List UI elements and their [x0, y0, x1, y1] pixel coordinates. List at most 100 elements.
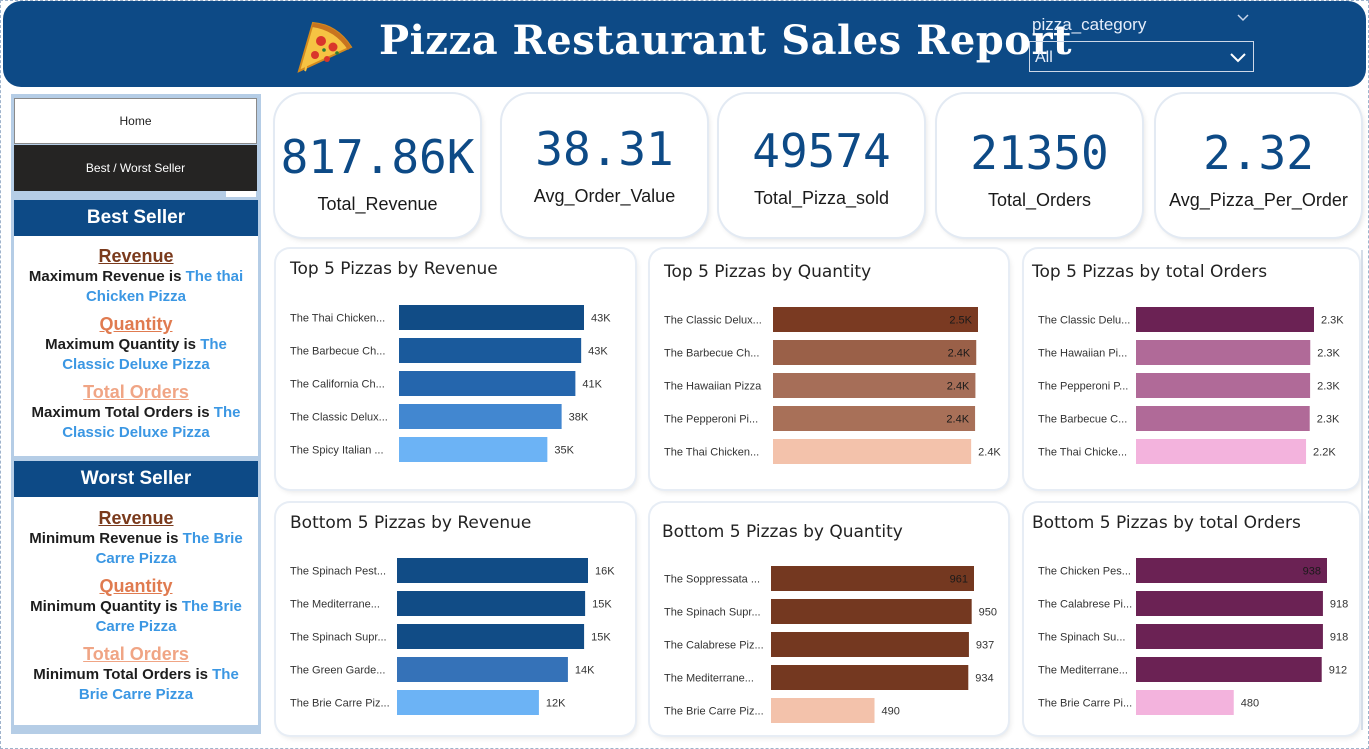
bar[interactable]	[1136, 307, 1314, 332]
bar[interactable]	[399, 305, 584, 330]
data-label: 15K	[592, 599, 612, 611]
worst-seller-card: Worst Seller Revenue Minimum Revenue is …	[14, 461, 258, 725]
bar[interactable]	[1136, 591, 1323, 616]
category-label: The Barbecue Ch...	[290, 346, 385, 358]
category-filter-dropdown[interactable]: All	[1029, 41, 1254, 72]
data-label: 918	[1330, 632, 1348, 644]
filter-label: pizza_category	[1032, 15, 1147, 34]
bar[interactable]	[773, 439, 972, 464]
bar[interactable]	[773, 307, 978, 332]
bar[interactable]	[1136, 439, 1307, 464]
data-label: 490	[882, 706, 900, 718]
report-header: Pizza Restaurant Sales Report pizza_cate…	[3, 1, 1366, 87]
scrollbar[interactable]	[1359, 250, 1365, 730]
best-revenue-title: Revenue	[98, 246, 174, 266]
pizza-slice-icon	[297, 21, 353, 73]
kpi-value: 49574	[752, 124, 891, 178]
worst-orders-title: Total Orders	[83, 644, 189, 664]
category-label: The Classic Delux...	[290, 412, 388, 424]
bar[interactable]	[397, 624, 585, 649]
bar[interactable]	[771, 599, 972, 624]
bar[interactable]	[399, 338, 582, 363]
bar[interactable]	[773, 373, 976, 398]
category-label: The Chicken Pes...	[1038, 566, 1131, 578]
data-label: 38K	[569, 412, 589, 424]
worst-quantity-title: Quantity	[99, 576, 173, 596]
best-quantity-title: Quantity	[99, 314, 173, 334]
bar[interactable]	[1136, 690, 1234, 715]
category-label: The Soppressata ...	[664, 574, 760, 586]
bar[interactable]	[397, 591, 586, 616]
bar[interactable]	[1136, 340, 1311, 365]
data-label: 480	[1241, 698, 1259, 710]
bar[interactable]	[1136, 657, 1322, 682]
chart-top5-orders: Top 5 Pizzas by total Orders The Classic…	[1024, 249, 1359, 489]
bar[interactable]	[397, 558, 588, 583]
data-label: 2.4K	[946, 414, 969, 426]
chevron-down-icon[interactable]	[1237, 11, 1249, 23]
category-label: The Pepperoni P...	[1038, 381, 1128, 393]
bar[interactable]	[773, 406, 976, 431]
category-label: The Mediterrane...	[290, 599, 380, 611]
data-label: 41K	[582, 379, 602, 391]
category-label: The Classic Delu...	[1038, 315, 1130, 327]
bar[interactable]	[1136, 558, 1327, 583]
bar-chart-plot: The Chicken Pes... 938 The Calabrese Pi...…	[1038, 558, 1348, 715]
bar[interactable]	[397, 657, 568, 682]
filter-selected-value: All	[1035, 49, 1053, 66]
left-panel: Home Best / Worst Seller Best Seller Rev…	[11, 94, 261, 734]
worst-revenue-text: Minimum Revenue is The Brie Carre Pizza	[29, 530, 243, 567]
best-worst-seller-button[interactable]: Best / Worst Seller	[14, 145, 257, 191]
worst-quantity-text: Minimum Quantity is The Brie Carre Pizza	[30, 598, 242, 635]
kpi-card-total-orders: 21350 Total_Orders	[937, 94, 1142, 237]
data-label: 2.3K	[1317, 414, 1340, 426]
category-label: The Green Garde...	[290, 665, 385, 677]
kpi-value: 817.86K	[280, 130, 475, 184]
bar[interactable]	[399, 404, 562, 429]
best-seller-card: Best Seller Revenue Maximum Revenue is T…	[14, 200, 258, 456]
data-label: 950	[979, 607, 997, 619]
chart-bottom5-revenue: Bottom 5 Pizzas by Revenue The Spinach P…	[276, 503, 635, 735]
bar[interactable]	[1136, 373, 1311, 398]
kpi-label: Total_Pizza_sold	[753, 188, 890, 208]
bar[interactable]	[771, 566, 974, 591]
bar[interactable]	[399, 437, 548, 462]
kpi-value: 38.31	[535, 122, 674, 176]
home-button[interactable]: Home	[14, 98, 257, 144]
bar[interactable]	[771, 698, 875, 723]
data-label: 934	[975, 673, 993, 685]
data-label: 918	[1330, 599, 1348, 611]
category-label: The Calabrese Pi...	[1038, 599, 1132, 611]
category-label: The Hawaiian Pi...	[1038, 348, 1127, 360]
bar[interactable]	[773, 340, 977, 365]
bar[interactable]	[399, 371, 576, 396]
bar[interactable]	[1136, 624, 1323, 649]
category-label: The Brie Carre Piz...	[664, 706, 764, 718]
bar-chart-plot: The Classic Delu... 2.3K The Hawaiian Pi..…	[1038, 307, 1344, 464]
bar-chart-plot: The Classic Delux... 2.5K The Barbecue Ch.…	[664, 307, 1001, 464]
category-label: The California Ch...	[290, 379, 385, 391]
bar-chart-plot: The Spinach Pest... 16K The Mediterrane...…	[290, 558, 615, 715]
data-label: 2.3K	[1321, 315, 1344, 327]
best-revenue-text: Maximum Revenue is The thai Chicken Pizz…	[28, 268, 244, 305]
chart-top5-quantity: Top 5 Pizzas by Quantity The Classic Del…	[650, 249, 1008, 489]
bar[interactable]	[1136, 406, 1310, 431]
chevron-down-icon[interactable]	[1229, 48, 1247, 66]
kpi-card-avg-pizza-per-order: 2.32 Avg_Pizza_Per_Order	[1156, 94, 1361, 237]
category-label: The Calabrese Piz...	[664, 640, 764, 652]
bar[interactable]	[771, 632, 969, 657]
data-label: 2.5K	[949, 315, 972, 327]
data-label: 12K	[546, 698, 566, 710]
category-label: The Thai Chicken...	[664, 447, 759, 459]
bar[interactable]	[771, 665, 969, 690]
category-label: The Thai Chicke...	[1038, 447, 1127, 459]
data-label: 2.4K	[978, 447, 1001, 459]
data-label: 2.2K	[1313, 447, 1336, 459]
category-label: The Hawaiian Pizza	[664, 381, 762, 393]
kpi-card-avg-order-value: 38.31 Avg_Order_Value	[502, 94, 707, 237]
bar[interactable]	[397, 690, 539, 715]
category-label: The Pepperoni Pi...	[664, 414, 758, 426]
data-label: 2.4K	[947, 381, 970, 393]
best-seller-heading: Best Seller	[14, 200, 258, 236]
chart-bottom5-orders: Bottom 5 Pizzas by total Orders The Chic…	[1024, 503, 1359, 735]
